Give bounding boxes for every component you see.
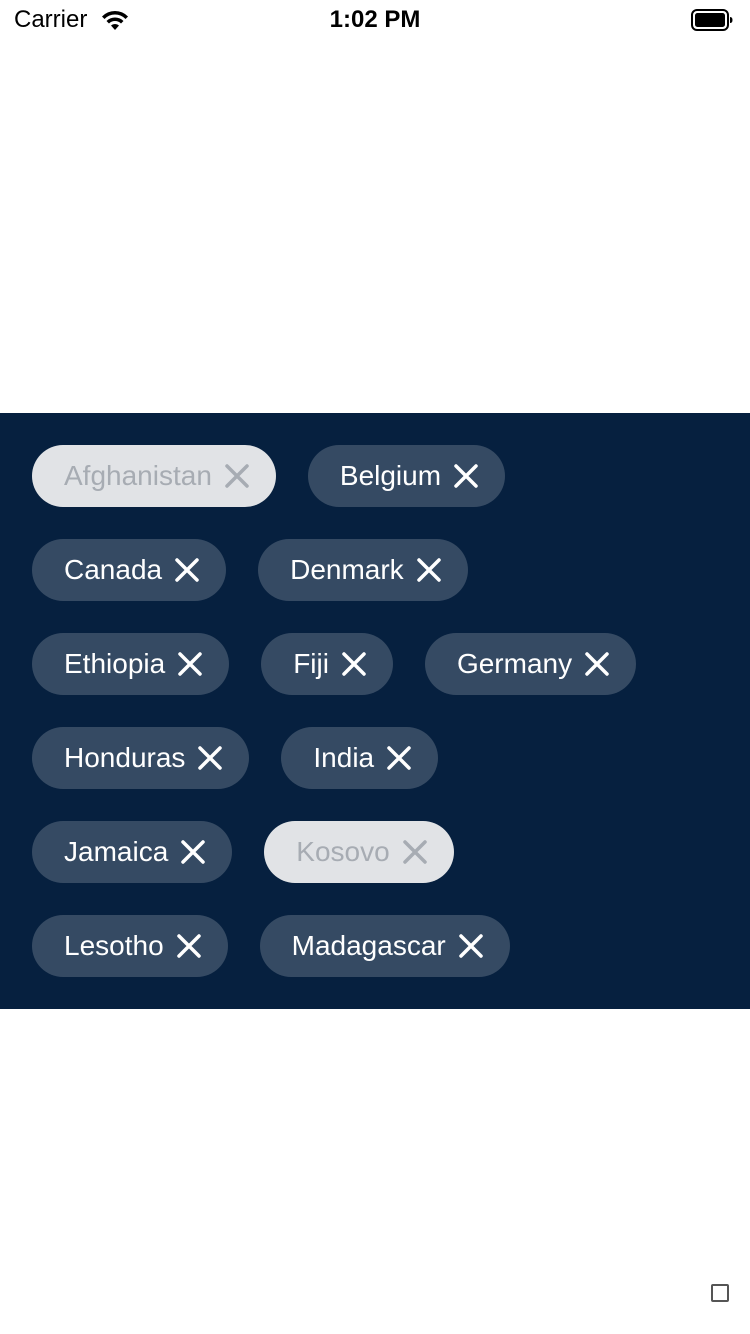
chip-row: Canada Denmark xyxy=(32,539,500,601)
chip-row: Afghanistan Belgium xyxy=(32,445,537,507)
close-icon xyxy=(224,463,250,489)
chip-label: Kosovo xyxy=(296,836,390,867)
chip-label: Fiji xyxy=(293,648,329,679)
close-icon[interactable] xyxy=(341,651,367,677)
status-time: 1:02 PM xyxy=(329,6,421,33)
chip-row: Honduras India xyxy=(32,727,470,789)
chip-lesotho[interactable]: Lesotho xyxy=(32,915,228,977)
close-icon[interactable] xyxy=(416,557,442,583)
close-icon[interactable] xyxy=(176,933,202,959)
chip-label: Honduras xyxy=(64,742,186,773)
chip-group: Afghanistan Belgium Canada Denmark Ethio… xyxy=(0,413,750,1009)
close-icon[interactable] xyxy=(177,651,203,677)
chip-row: Ethiopia Fiji Germany xyxy=(32,633,668,695)
close-icon[interactable] xyxy=(174,557,200,583)
chip-label: Afghanistan xyxy=(64,460,212,491)
chip-label: Madagascar xyxy=(291,930,446,961)
checkbox[interactable] xyxy=(711,1284,729,1302)
chip-canada[interactable]: Canada xyxy=(32,539,227,601)
chip-label: Canada xyxy=(64,554,163,585)
chip-row: Jamaica Kosovo xyxy=(32,821,486,883)
close-icon xyxy=(402,839,428,865)
chip-india[interactable]: India xyxy=(281,727,439,789)
chip-label: Ethiopia xyxy=(64,648,166,679)
chip-kosovo: Kosovo xyxy=(264,821,454,883)
chip-honduras[interactable]: Honduras xyxy=(32,727,250,789)
chip-label: Belgium xyxy=(339,460,442,491)
chip-label: Jamaica xyxy=(64,836,169,867)
chip-label: India xyxy=(313,742,375,773)
chip-label: Denmark xyxy=(290,554,404,585)
close-icon[interactable] xyxy=(453,463,479,489)
chip-denmark[interactable]: Denmark xyxy=(258,539,468,601)
chip-ethiopia[interactable]: Ethiopia xyxy=(32,633,230,695)
close-icon[interactable] xyxy=(458,933,484,959)
chip-label: Lesotho xyxy=(64,930,164,961)
close-icon[interactable] xyxy=(584,651,610,677)
close-icon[interactable] xyxy=(180,839,206,865)
chip-afghanistan: Afghanistan xyxy=(32,445,276,507)
chip-row: Lesotho Madagascar xyxy=(32,915,542,977)
status-bar: Carrier 1:02 PM xyxy=(0,0,750,40)
close-icon[interactable] xyxy=(386,745,412,771)
close-icon[interactable] xyxy=(197,745,223,771)
chip-label: Germany xyxy=(456,648,573,679)
chip-germany[interactable]: Germany xyxy=(424,633,637,695)
chip-jamaica[interactable]: Jamaica xyxy=(32,821,233,883)
chip-madagascar[interactable]: Madagascar xyxy=(259,915,510,977)
chip-fiji[interactable]: Fiji xyxy=(261,633,393,695)
chip-belgium[interactable]: Belgium xyxy=(307,445,506,507)
battery-icon xyxy=(691,9,733,31)
